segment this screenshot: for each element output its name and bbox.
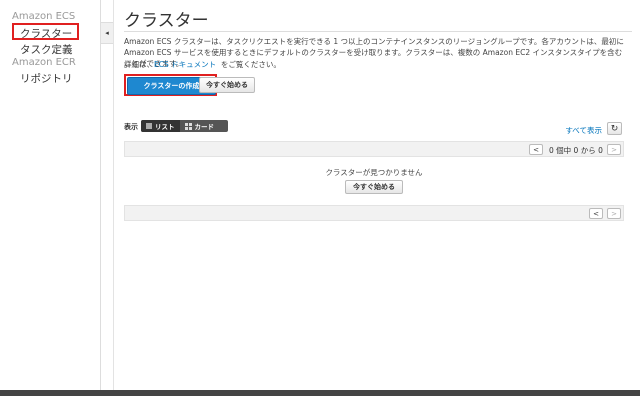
sidebar-item-repositories[interactable]: リポジトリ (20, 71, 73, 86)
view-list-button[interactable]: リスト (141, 120, 180, 132)
sidebar-heading-ecr: Amazon ECR (12, 57, 76, 68)
grid-icon (184, 122, 192, 130)
pagination-bar-bottom: < > (124, 205, 624, 221)
view-card-label: カード (194, 123, 215, 131)
sidebar-nav: Amazon ECS クラスター タスク定義 Amazon ECR リポジトリ (0, 0, 100, 390)
view-toggle: リスト カード (141, 120, 228, 132)
title-divider (124, 31, 632, 32)
list-icon (146, 123, 152, 129)
bottom-bar (0, 390, 640, 396)
show-all-link[interactable]: すべて表示 (565, 125, 602, 136)
sidebar-divider (100, 0, 101, 390)
details-text: 詳細は、ECS ドキュメント をご覧ください。 (124, 59, 281, 70)
pagination-bar-top: < 0 個中 0 から 0 > (124, 141, 624, 157)
page-title: クラスター (124, 11, 209, 31)
sidebar-item-task-definitions[interactable]: タスク定義 (20, 42, 73, 57)
ecs-docs-link[interactable]: ECS ドキュメント (154, 60, 216, 69)
refresh-icon[interactable]: ↻ (607, 122, 622, 135)
prev-page-button[interactable]: < (529, 144, 543, 155)
view-list-label: リスト (155, 123, 175, 131)
selection-highlight-box (12, 23, 79, 40)
content-divider (113, 0, 114, 390)
next-page-button[interactable]: > (607, 144, 621, 155)
get-started-button[interactable]: 今すぐ始める (199, 77, 255, 93)
prev-page-button-bottom[interactable]: < (589, 208, 603, 219)
details-prefix: 詳細は、 (124, 60, 154, 69)
view-label: 表示 (124, 123, 138, 131)
details-suffix: をご覧ください。 (220, 60, 281, 69)
sidebar-heading-ecs: Amazon ECS (12, 11, 76, 22)
view-card-button[interactable]: カード (180, 120, 220, 132)
empty-state-get-started-button[interactable]: 今すぐ始める (345, 180, 403, 194)
next-page-button-bottom[interactable]: > (607, 208, 621, 219)
pagination-count: 0 個中 0 から 0 (549, 146, 603, 155)
empty-state-message: クラスターが見つかりません (325, 168, 423, 177)
